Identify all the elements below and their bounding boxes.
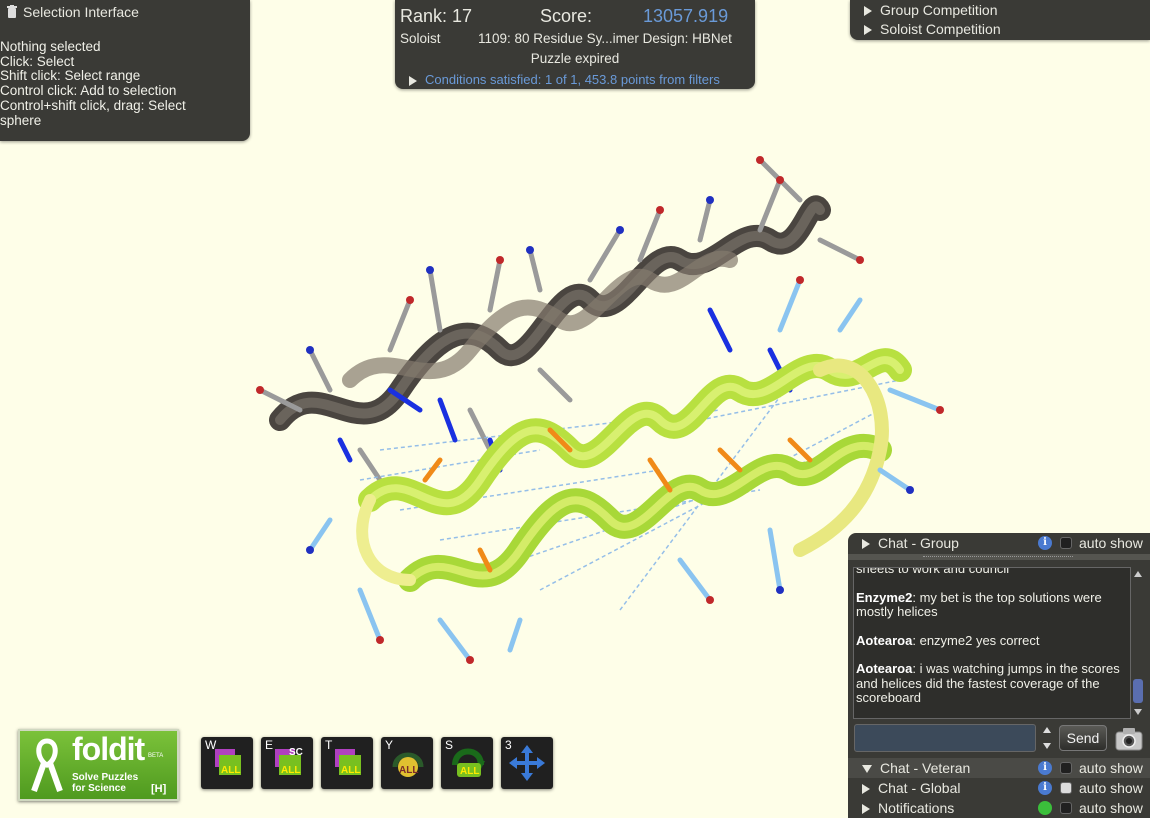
resize-handle[interactable]	[848, 554, 1150, 560]
info-icon[interactable]: i	[1038, 761, 1052, 775]
help-line: Shift click: Select range	[0, 68, 141, 84]
expand-arrow-icon	[862, 804, 870, 815]
selection-interface-panel: Selection Interface Nothing selected Cli…	[0, 0, 250, 141]
chat-message: Aotearoa: i was watching jumps in the sc…	[856, 661, 1120, 705]
soloist-competition-toggle[interactable]: Soloist Competition	[864, 21, 1001, 37]
chat-message: sheets to work and council	[856, 567, 1010, 576]
auto-show-checkbox[interactable]	[1060, 762, 1072, 774]
help-line: Click: Select	[0, 53, 75, 69]
rank-label: Rank: 17	[400, 6, 473, 26]
help-line: sphere	[0, 112, 42, 128]
group-competition-toggle[interactable]: Group Competition	[864, 2, 998, 18]
move-mode-button[interactable]: 3	[501, 737, 553, 789]
logo-tagline: Solve Puzzles for Science	[72, 772, 139, 794]
svg-text:ALL: ALL	[341, 765, 360, 776]
competition-panel: Group Competition Soloist Competition	[850, 0, 1150, 40]
trash-icon	[7, 5, 17, 18]
collapse-arrow-icon	[862, 765, 872, 774]
info-icon[interactable]: i	[1038, 781, 1052, 795]
svg-text:ALL: ALL	[399, 765, 418, 776]
chat-log: sheets to work and council Enzyme2: my b…	[853, 567, 1131, 719]
ribbon-icon	[31, 738, 63, 793]
foldit-logo[interactable]: foldit BETA Solve Puzzles for Science [H]	[18, 729, 179, 801]
hotkey-hint: [H]	[151, 783, 167, 795]
notification-icon[interactable]	[1038, 801, 1052, 815]
shake-icon: ALL	[392, 752, 424, 777]
move-icon	[509, 745, 545, 781]
puzzle-name: 1109: 80 Residue Sy...imer Design: HBNet	[478, 31, 732, 46]
svg-text:ALL: ALL	[281, 765, 300, 776]
scroll-up-icon[interactable]	[1134, 571, 1142, 577]
chat-panel: Chat - Group i auto show sheets to work …	[848, 533, 1150, 818]
mode-label: Soloist	[400, 31, 441, 46]
scroll-thumb[interactable]	[1133, 679, 1143, 703]
expand-arrow-icon	[862, 784, 870, 795]
expand-arrow-icon	[862, 539, 870, 550]
arrow-up-icon[interactable]	[1043, 727, 1051, 733]
chat-group-header[interactable]: Chat - Group i auto show	[848, 533, 1150, 553]
wiggle-sidechains-button[interactable]: E SC ALL	[261, 737, 313, 789]
arrow-down-icon[interactable]	[1043, 743, 1051, 749]
shake-all-button[interactable]: Y ALL	[381, 737, 433, 789]
history-stepper[interactable]	[1042, 725, 1052, 751]
chat-input[interactable]	[854, 724, 1036, 752]
green-helix-backbone	[356, 348, 912, 592]
scroll-down-icon[interactable]	[1134, 709, 1142, 715]
chat-global-header[interactable]: Chat - Global i auto show	[848, 778, 1150, 798]
conditions-toggle[interactable]: Conditions satisfied: 1 of 1, 453.8 poin…	[409, 72, 720, 87]
rebuild-icon: ALL	[452, 748, 485, 777]
expand-arrow-icon	[864, 25, 872, 36]
chat-message: Enzyme2: my bet is the top solutions wer…	[856, 589, 1102, 619]
auto-show-checkbox[interactable]	[1060, 537, 1072, 549]
score-value: 13057.919	[643, 6, 729, 26]
puzzle-status: Puzzle expired	[530, 51, 620, 66]
beta-badge: BETA	[148, 753, 164, 759]
chat-message: Aotearoa: enzyme2 yes correct	[856, 632, 1040, 648]
help-line: Control click: Add to selection	[0, 83, 177, 99]
help-line: Control+shift click, drag: Select	[0, 97, 186, 113]
wiggle-all-button[interactable]: W ALL	[201, 737, 253, 789]
rebuild-all-button[interactable]: S ALL	[441, 737, 493, 789]
selection-status: Nothing selected	[0, 39, 101, 54]
score-panel: Rank: 17 Score: 13057.919 Soloist 1109: …	[395, 0, 755, 89]
chat-veteran-header[interactable]: Chat - Veteran i auto show	[848, 758, 1150, 778]
svg-text:ALL: ALL	[460, 766, 479, 777]
selection-help-text: Nothing selected Click: Select Shift cli…	[0, 39, 186, 128]
tweak-all-button[interactable]: T ALL	[321, 737, 373, 789]
send-button[interactable]: Send	[1059, 725, 1107, 751]
expand-arrow-icon	[864, 6, 872, 17]
info-icon[interactable]: i	[1038, 536, 1052, 550]
svg-text:SC: SC	[289, 747, 303, 758]
notifications-header[interactable]: Notifications auto show	[848, 798, 1150, 818]
auto-show-checkbox[interactable]	[1060, 802, 1072, 814]
wiggle-sidechains-icon: SC ALL	[275, 747, 303, 776]
expand-arrow-icon	[409, 75, 417, 86]
logo-wordmark: foldit	[72, 731, 145, 767]
chat-scrollbar[interactable]	[1132, 567, 1144, 717]
auto-show-checkbox[interactable]	[1060, 782, 1072, 794]
camera-icon[interactable]	[1114, 724, 1144, 752]
tweak-icon: ALL	[335, 749, 361, 776]
score-label: Score:	[540, 6, 593, 26]
selection-interface-title[interactable]: Selection Interface	[6, 4, 139, 20]
wiggle-icon: ALL	[215, 749, 241, 776]
svg-text:ALL: ALL	[221, 765, 240, 776]
